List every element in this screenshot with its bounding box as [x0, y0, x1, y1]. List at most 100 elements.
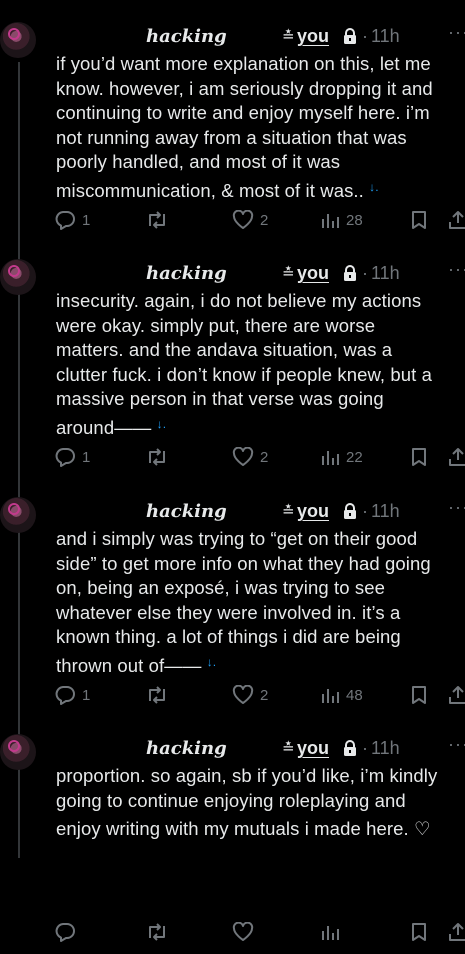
tweet[interactable]: hacking ≛ you · 11h ··· proportion. so a…: [0, 716, 465, 954]
bookmark-button[interactable]: [410, 685, 428, 705]
retweet-button[interactable]: [145, 447, 175, 467]
display-name[interactable]: hacking: [146, 26, 227, 47]
reply-count: 1: [82, 686, 91, 704]
reply-icon: [55, 448, 75, 467]
username-handle[interactable]: you: [297, 26, 329, 47]
tweet[interactable]: hacking ≛ you · 11h ··· if you’d want mo…: [0, 4, 465, 242]
more-options-icon[interactable]: ···: [448, 259, 465, 280]
retweet-button[interactable]: [145, 685, 175, 705]
share-icon: [449, 211, 465, 229]
bookmark-button[interactable]: [410, 210, 428, 230]
lock-icon: [343, 265, 357, 282]
share-button[interactable]: [448, 922, 465, 942]
views-button[interactable]: 28: [320, 210, 363, 230]
bookmark-icon: [412, 686, 426, 704]
username-handle[interactable]: you: [297, 501, 329, 522]
reply-icon: [55, 923, 75, 942]
bookmark-icon: [412, 211, 426, 229]
lock-icon: [343, 28, 357, 45]
like-count: 2: [260, 211, 269, 229]
lock-icon: [343, 503, 357, 520]
tweet-header: hacking ≛ you · 11h ···: [0, 497, 465, 527]
continuation-arrow: ↓.: [369, 179, 379, 194]
retweet-button[interactable]: [145, 210, 175, 230]
retweet-button[interactable]: [145, 922, 175, 942]
view-count: 48: [346, 686, 363, 704]
retweet-icon: [149, 686, 165, 704]
views-button[interactable]: 48: [320, 685, 363, 705]
tweet[interactable]: hacking ≛ you · 11h ··· and i simply was…: [0, 479, 465, 717]
like-button[interactable]: 2: [232, 210, 268, 230]
continuation-arrow: ↓.: [156, 416, 167, 431]
tweet-text-content: proportion. so again, sb if you’d like, …: [56, 765, 438, 839]
display-name[interactable]: hacking: [146, 263, 227, 284]
more-options-icon[interactable]: ···: [448, 497, 465, 518]
bookmark-icon: [412, 923, 426, 941]
timestamp[interactable]: 11h: [371, 263, 400, 284]
like-count: 2: [260, 686, 269, 704]
action-bar: 1 2 22: [0, 447, 465, 473]
share-button[interactable]: [448, 447, 465, 467]
handle-prefix: ≛: [282, 740, 295, 757]
tweet-text: insecurity. again, i do not believe my a…: [56, 289, 456, 440]
continuation-arrow: ↓.: [206, 654, 217, 669]
view-count: 22: [346, 448, 363, 466]
lock-icon: [343, 740, 357, 757]
retweet-icon: [149, 448, 165, 466]
views-icon: [322, 451, 339, 465]
heart-icon: [232, 210, 254, 229]
views-icon: [322, 214, 339, 228]
more-options-icon[interactable]: ···: [448, 22, 465, 43]
timestamp[interactable]: 11h: [371, 738, 400, 759]
tweet-text-content: and i simply was trying to “get on their…: [56, 528, 431, 676]
reply-count: 1: [82, 448, 91, 466]
tweet-text: and i simply was trying to “get on their…: [56, 527, 456, 678]
tweet[interactable]: hacking ≛ you · 11h ··· insecurity. agai…: [0, 241, 465, 479]
like-count: 2: [260, 448, 269, 466]
views-button[interactable]: 22: [320, 447, 363, 467]
tweet-header: hacking ≛ you · 11h ···: [0, 734, 465, 764]
action-bar: [0, 922, 465, 948]
share-icon: [449, 923, 465, 941]
username-handle[interactable]: you: [297, 738, 329, 759]
handle-prefix: ≛: [282, 28, 295, 45]
handle-prefix: ≛: [282, 265, 295, 282]
display-name[interactable]: hacking: [146, 738, 227, 759]
views-icon: [322, 689, 339, 703]
like-button[interactable]: 2: [232, 447, 268, 467]
share-button[interactable]: [448, 210, 465, 230]
reply-button[interactable]: 1: [54, 685, 90, 705]
timestamp[interactable]: 11h: [371, 26, 400, 47]
timestamp[interactable]: 11h: [371, 501, 400, 522]
reply-icon: [55, 211, 75, 230]
separator-dot: ·: [362, 501, 368, 521]
reply-button[interactable]: 1: [54, 447, 90, 467]
separator-dot: ·: [362, 738, 368, 758]
username-handle[interactable]: you: [297, 263, 329, 284]
display-name[interactable]: hacking: [146, 501, 227, 522]
tweet-text-content: if you’d want more explanation on this, …: [56, 53, 433, 201]
tweet-text-content: insecurity. again, i do not believe my a…: [56, 290, 433, 438]
tweet-header: hacking ≛ you · 11h ···: [0, 259, 465, 289]
retweet-icon: [149, 923, 165, 941]
share-icon: [449, 448, 465, 466]
views-icon: [322, 926, 339, 940]
like-button[interactable]: 2: [232, 685, 268, 705]
heart-icon: [232, 922, 254, 941]
bookmark-button[interactable]: [410, 447, 428, 467]
more-options-icon[interactable]: ···: [448, 734, 465, 755]
bookmark-icon: [412, 448, 426, 466]
reply-button[interactable]: [54, 922, 82, 942]
reply-button[interactable]: 1: [54, 210, 90, 230]
separator-dot: ·: [362, 26, 368, 46]
bookmark-button[interactable]: [410, 922, 428, 942]
handle-prefix: ≛: [282, 503, 295, 520]
views-button[interactable]: [320, 922, 346, 942]
like-button[interactable]: [232, 922, 260, 942]
tweet-header: hacking ≛ you · 11h ···: [0, 22, 465, 52]
reply-count: 1: [82, 211, 91, 229]
share-icon: [449, 686, 465, 704]
heart-icon: [232, 685, 254, 704]
tweet-text: proportion. so again, sb if you’d like, …: [56, 764, 456, 842]
share-button[interactable]: [448, 685, 465, 705]
